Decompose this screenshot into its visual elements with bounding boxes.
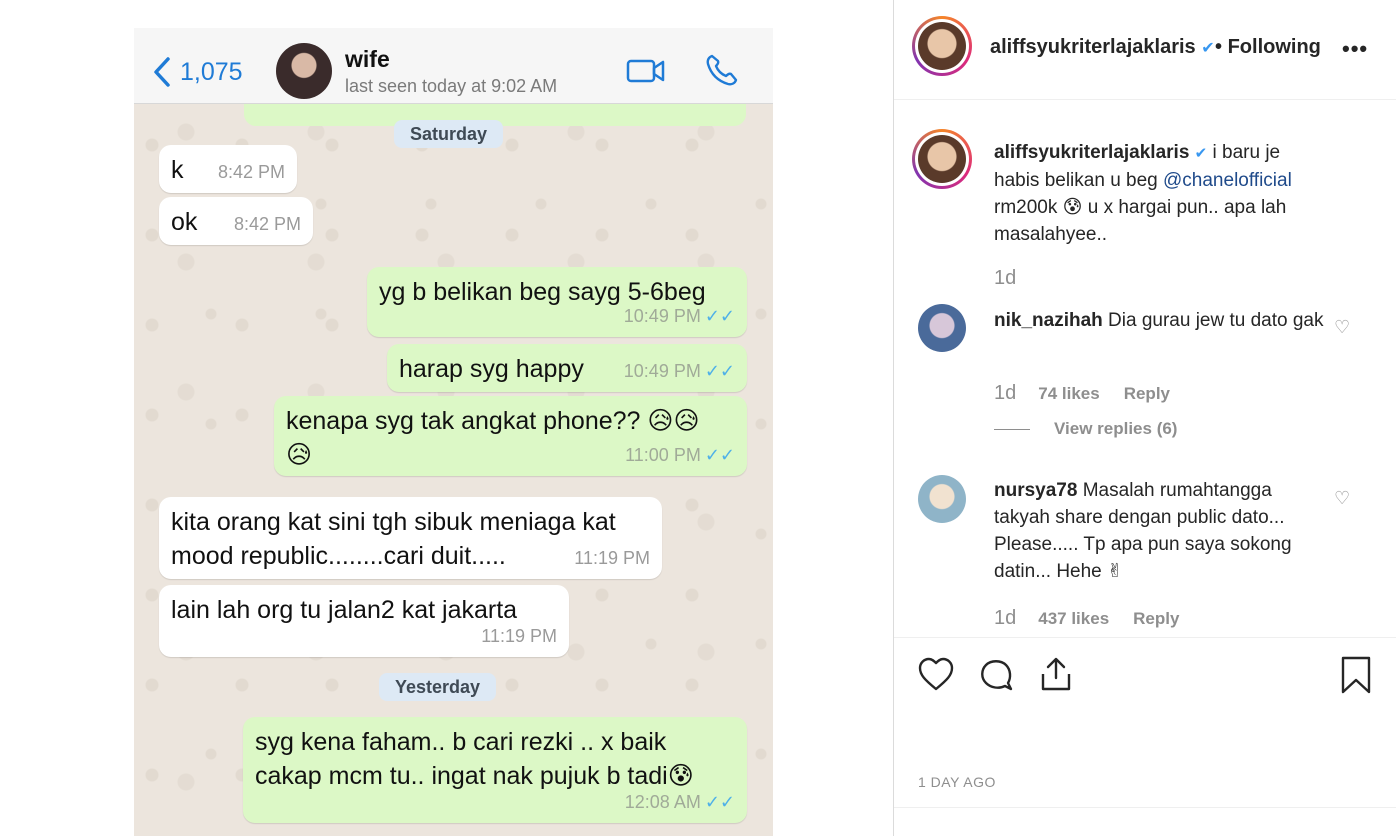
comments-list[interactable]: aliffsyukriterlajaklaris ✔ i baru je hab…: [894, 101, 1396, 637]
date-chip-yesterday: Yesterday: [379, 673, 497, 701]
message-time: 10:49 PM ✓✓: [624, 354, 735, 388]
voice-call-icon[interactable]: [704, 52, 740, 88]
message-text: lain lah org tu jalan2 kat jakarta: [171, 596, 518, 624]
comment-like-heart-icon[interactable]: ♡: [1334, 317, 1350, 338]
mention-link[interactable]: @chanelofficial: [1163, 170, 1292, 191]
comment-text: Dia gurau jew tu dato gak: [1108, 310, 1324, 331]
comment-likes[interactable]: 437 likes: [1038, 609, 1109, 629]
commenter-avatar[interactable]: [918, 304, 966, 352]
post-actions: 1 DAY AGO: [894, 637, 1396, 807]
contact-avatar[interactable]: [276, 43, 332, 99]
post-date[interactable]: 1 DAY AGO: [918, 774, 996, 790]
divider-line: [994, 428, 1030, 430]
double-check-icon: ✓✓: [704, 361, 735, 381]
share-icon[interactable]: [1039, 656, 1073, 692]
message-bubble[interactable]: ok 8:42 PM: [159, 197, 313, 245]
comment-username[interactable]: nik_nazihah: [994, 310, 1103, 331]
caption: aliffsyukriterlajaklaris ✔ i baru je hab…: [994, 139, 1324, 248]
message-text: k: [171, 156, 184, 184]
message-text: harap syg happy: [399, 355, 584, 383]
message-text: syg kena faham.. b cari rezki .. x baik: [255, 728, 667, 756]
message-time: 8:42 PM: [233, 214, 301, 234]
post-image: 1,075 wife last seen today at 9:02 AM Sa…: [0, 0, 893, 836]
date-chip-saturday: Saturday: [394, 120, 504, 148]
more-options-icon[interactable]: •••: [1342, 36, 1368, 62]
caption-meta: 1d: [994, 267, 1038, 290]
comment-like-heart-icon[interactable]: ♡: [1334, 488, 1350, 509]
comment-icon[interactable]: [978, 656, 1014, 692]
caption-avatar[interactable]: [912, 129, 972, 189]
add-comment-bar: [894, 807, 1396, 836]
reply-button[interactable]: Reply: [1124, 384, 1170, 404]
post-header: aliffsyukriterlajaklaris ✔ • Following •…: [894, 0, 1396, 100]
chevron-left-icon: [154, 57, 170, 87]
message-time: 11:19 PM: [481, 626, 557, 646]
reply-button[interactable]: Reply: [1133, 609, 1179, 629]
verified-badge-icon: ✔: [1194, 145, 1208, 162]
follow-status[interactable]: • Following: [1215, 36, 1321, 59]
heart-icon[interactable]: [917, 656, 955, 692]
comment-age[interactable]: 1d: [994, 607, 1016, 630]
author-avatar[interactable]: [912, 16, 972, 76]
message-bubble[interactable]: harap syg happy 10:49 PM ✓✓: [387, 344, 747, 392]
comment-likes[interactable]: 74 likes: [1038, 384, 1099, 404]
following-button[interactable]: Following: [1228, 36, 1321, 58]
double-check-icon: ✓✓: [704, 306, 735, 326]
message-bubble[interactable]: kita orang kat sini tgh sibuk meniaga ka…: [159, 497, 662, 579]
comment-meta: 1d 74 likes Reply: [994, 382, 1194, 405]
double-check-icon: ✓✓: [704, 792, 735, 812]
back-button[interactable]: 1,075: [152, 56, 243, 88]
comment-age[interactable]: 1d: [994, 382, 1016, 405]
commenter-avatar[interactable]: [918, 475, 966, 523]
comment: nik_nazihah Dia gurau jew tu dato gak: [994, 307, 1324, 334]
message-bubble[interactable]: kenapa syg tak angkat phone?? 😥😥 😥 11:00…: [274, 396, 747, 476]
message-bubble[interactable]: syg kena faham.. b cari rezki .. x baik …: [243, 717, 747, 823]
message-time: 10:49 PM ✓✓: [624, 299, 735, 333]
separator-dot: •: [1215, 36, 1223, 58]
message-text: kita orang kat sini tgh sibuk meniaga ka…: [171, 508, 616, 536]
caption-text-after: rm200k 😰 u x hargai pun.. apa lah masala…: [994, 197, 1287, 245]
video-call-icon[interactable]: [626, 58, 666, 84]
message-bubble[interactable]: yg b belikan beg sayg 5-6beg 10:49 PM ✓✓: [367, 267, 747, 337]
author-username[interactable]: aliffsyukriterlajaklaris ✔: [990, 36, 1215, 59]
message-time: 11:00 PM ✓✓: [625, 438, 735, 472]
message-time: 8:42 PM: [217, 162, 285, 182]
comment: nursya78 Masalah rumahtangga takyah shar…: [994, 477, 1324, 585]
message-text: ok: [171, 208, 198, 236]
post-side-panel: aliffsyukriterlajaklaris ✔ • Following •…: [893, 0, 1397, 836]
message-text: kenapa syg tak angkat phone?? 😥😥: [286, 407, 700, 435]
contact-status: last seen today at 9:02 AM: [345, 76, 558, 96]
unread-count: 1,075: [180, 57, 243, 86]
view-replies-button[interactable]: View replies (6): [994, 419, 1177, 439]
message-bubble[interactable]: lain lah org tu jalan2 kat jakarta 11:19…: [159, 585, 569, 657]
message-time: 12:08 AM ✓✓: [625, 785, 735, 819]
contact-name[interactable]: wife: [345, 46, 390, 73]
caption-age[interactable]: 1d: [994, 267, 1016, 290]
message-time: 11:19 PM: [574, 548, 650, 568]
comment-meta: 1d 437 likes Reply: [994, 607, 1203, 630]
comment-username[interactable]: nursya78: [994, 480, 1077, 501]
chat-header: 1,075 wife last seen today at 9:02 AM: [134, 28, 773, 104]
message-bubble[interactable]: k 8:42 PM: [159, 145, 297, 193]
double-check-icon: ✓✓: [704, 445, 735, 465]
verified-badge-icon: ✔: [1201, 40, 1215, 57]
caption-username[interactable]: aliffsyukriterlajaklaris: [994, 142, 1189, 163]
bookmark-icon[interactable]: [1340, 656, 1372, 694]
whatsapp-screenshot: 1,075 wife last seen today at 9:02 AM Sa…: [134, 28, 773, 836]
view-replies-label: View replies (6): [1054, 419, 1178, 438]
